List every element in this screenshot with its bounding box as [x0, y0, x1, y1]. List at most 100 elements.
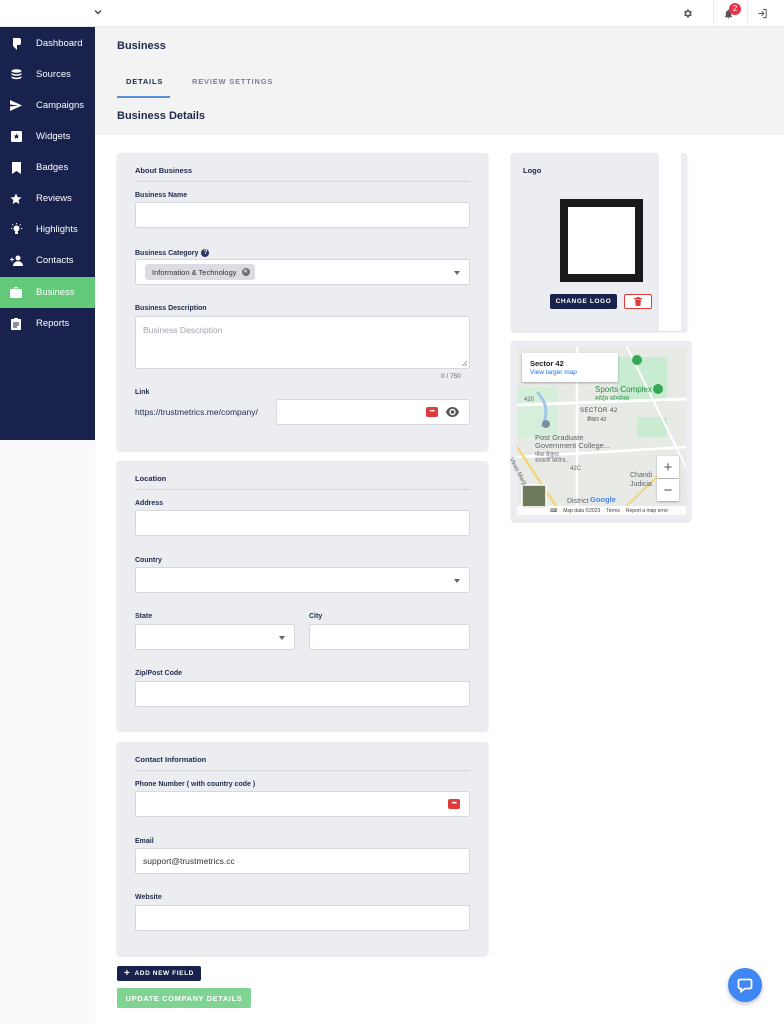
clipboard-icon: [9, 317, 23, 331]
eye-icon[interactable]: [446, 407, 459, 417]
email-label: Email: [135, 838, 154, 845]
help-icon[interactable]: ?: [201, 249, 210, 257]
dashboard-icon: [9, 37, 23, 51]
country-label: Country: [135, 557, 162, 564]
zip-input[interactable]: [135, 681, 470, 707]
chat-bubble-icon: [737, 978, 753, 993]
add-new-field-label: ADD NEW FIELD: [134, 970, 194, 977]
zoom-in-button[interactable]: +: [657, 456, 679, 478]
plus-icon: +: [124, 968, 131, 979]
trash-icon: [634, 297, 642, 306]
sidebar-item-business[interactable]: Business: [0, 277, 95, 308]
sidebar-item-label: Highlights: [36, 224, 78, 235]
delete-logo-button[interactable]: [624, 294, 652, 309]
zip-label: Zip/Post Code: [135, 670, 183, 677]
logout-button[interactable]: [747, 0, 777, 27]
business-category-select[interactable]: Information & Technology ✕: [135, 259, 470, 285]
city-input[interactable]: [309, 624, 470, 650]
map-label-college-4: सरकारी कॉलेज...: [535, 458, 570, 464]
zoom-out-button[interactable]: −: [657, 479, 679, 501]
address-input[interactable]: [135, 510, 470, 536]
sidebar-item-dashboard[interactable]: Dashboard: [0, 28, 95, 59]
notification-badge: 2: [729, 3, 741, 15]
sidebar-empty-area: [0, 440, 95, 1024]
section-title: Business Details: [117, 110, 206, 122]
card-title: Location: [135, 474, 167, 483]
notifications-button[interactable]: 2: [713, 0, 743, 27]
logo-image: [560, 199, 643, 282]
sidebar-item-label: Reports: [36, 318, 70, 329]
map-label-judicial: Judicia: [630, 481, 652, 488]
tab-review-settings[interactable]: REVIEW SETTINGS: [192, 77, 273, 86]
email-input[interactable]: support@trustmetrics.cc: [135, 848, 470, 874]
dropdown-arrow-icon: [279, 636, 285, 640]
map-label-district: District: [567, 498, 589, 505]
business-description-textarea[interactable]: Business Description: [135, 316, 470, 369]
view-larger-map-link[interactable]: View larger map: [530, 369, 577, 376]
logo-card-scroll-gap: [659, 153, 681, 331]
link-slug-input[interactable]: [276, 399, 470, 425]
chip-label: Information & Technology: [152, 267, 237, 277]
gear-icon: [683, 9, 692, 18]
link-prefix: https://trustmetrics.me/company/: [135, 407, 258, 417]
star-icon: [9, 192, 23, 206]
sidebar-item-highlights[interactable]: Highlights: [0, 214, 95, 245]
chip-remove-icon[interactable]: ✕: [241, 268, 250, 276]
briefcase-icon: [9, 286, 23, 300]
map-label-road-42c: 42C: [570, 466, 582, 472]
card-title: Logo: [523, 166, 542, 175]
website-input[interactable]: [135, 905, 470, 931]
send-icon: [9, 99, 23, 113]
map-label-sector: SECTOR 42: [580, 408, 618, 414]
business-category-label-text: Business Category: [135, 249, 199, 257]
sidebar-item-label: Contacts: [36, 255, 74, 266]
change-logo-button[interactable]: CHANGE LOGO: [550, 294, 617, 309]
description-counter: 0 / 750: [441, 373, 461, 380]
sidebar-item-reports[interactable]: Reports: [0, 308, 95, 339]
keyboard-icon[interactable]: ⌨: [550, 508, 557, 514]
add-new-field-button[interactable]: + ADD NEW FIELD: [117, 966, 201, 981]
map-place-name: Sector 42: [530, 359, 564, 368]
map-label-sports-hi: स्पोर्ट्स कॉम्प्लेक्स: [595, 396, 630, 402]
divider: [135, 181, 470, 182]
sidebar-item-widgets[interactable]: Widgets: [0, 121, 95, 152]
sidebar-item-badges[interactable]: Badges: [0, 152, 95, 183]
sidebar-item-label: Reviews: [36, 193, 72, 204]
top-bar: 2: [0, 0, 784, 27]
sidebar-item-label: Dashboard: [36, 38, 83, 49]
business-name-label: Business Name: [135, 192, 188, 199]
sidebar-item-reviews[interactable]: Reviews: [0, 183, 95, 214]
resize-handle-icon[interactable]: [461, 360, 467, 366]
sidebar-item-sources[interactable]: Sources: [0, 59, 95, 90]
password-manager-icon[interactable]: •••: [448, 799, 460, 809]
settings-button[interactable]: [672, 0, 702, 27]
password-manager-icon[interactable]: •••: [426, 407, 438, 417]
divider: [135, 489, 470, 490]
phone-input[interactable]: [135, 791, 470, 817]
chevron-down-icon[interactable]: [92, 6, 104, 18]
state-select[interactable]: [135, 624, 295, 650]
sidebar-item-label: Widgets: [36, 131, 71, 142]
country-select[interactable]: [135, 567, 470, 593]
update-company-details-button[interactable]: UPDATE COMPANY DETAILS: [117, 988, 251, 1008]
sidebar-item-contacts[interactable]: Contacts: [0, 245, 95, 276]
sidebar-item-campaigns[interactable]: Campaigns: [0, 90, 95, 121]
map-label-college-2: Government College...: [535, 441, 611, 450]
description-placeholder: Business Description: [143, 325, 223, 335]
business-description-label: Business Description: [135, 305, 207, 312]
card-title: Contact Information: [135, 755, 207, 764]
map-label-road-420: 420: [524, 397, 535, 403]
chat-widget-button[interactable]: [728, 968, 762, 1002]
map-report-link[interactable]: Report a map error: [626, 508, 668, 514]
widget-icon: [9, 130, 23, 144]
sidebar-item-label: Sources: [36, 69, 71, 80]
business-name-input[interactable]: [135, 202, 470, 228]
card-title: About Business: [135, 166, 193, 175]
map-attribution: ⌨ Map data ©2023 Terms Report a map erro…: [517, 506, 686, 515]
tab-details[interactable]: DETAILS: [126, 77, 163, 86]
address-label: Address: [135, 500, 164, 507]
add-person-icon: [9, 254, 23, 268]
business-category-label: Business Category ?: [135, 249, 210, 257]
lightbulb-icon: [9, 223, 23, 237]
map-terms-link[interactable]: Terms: [606, 508, 620, 514]
